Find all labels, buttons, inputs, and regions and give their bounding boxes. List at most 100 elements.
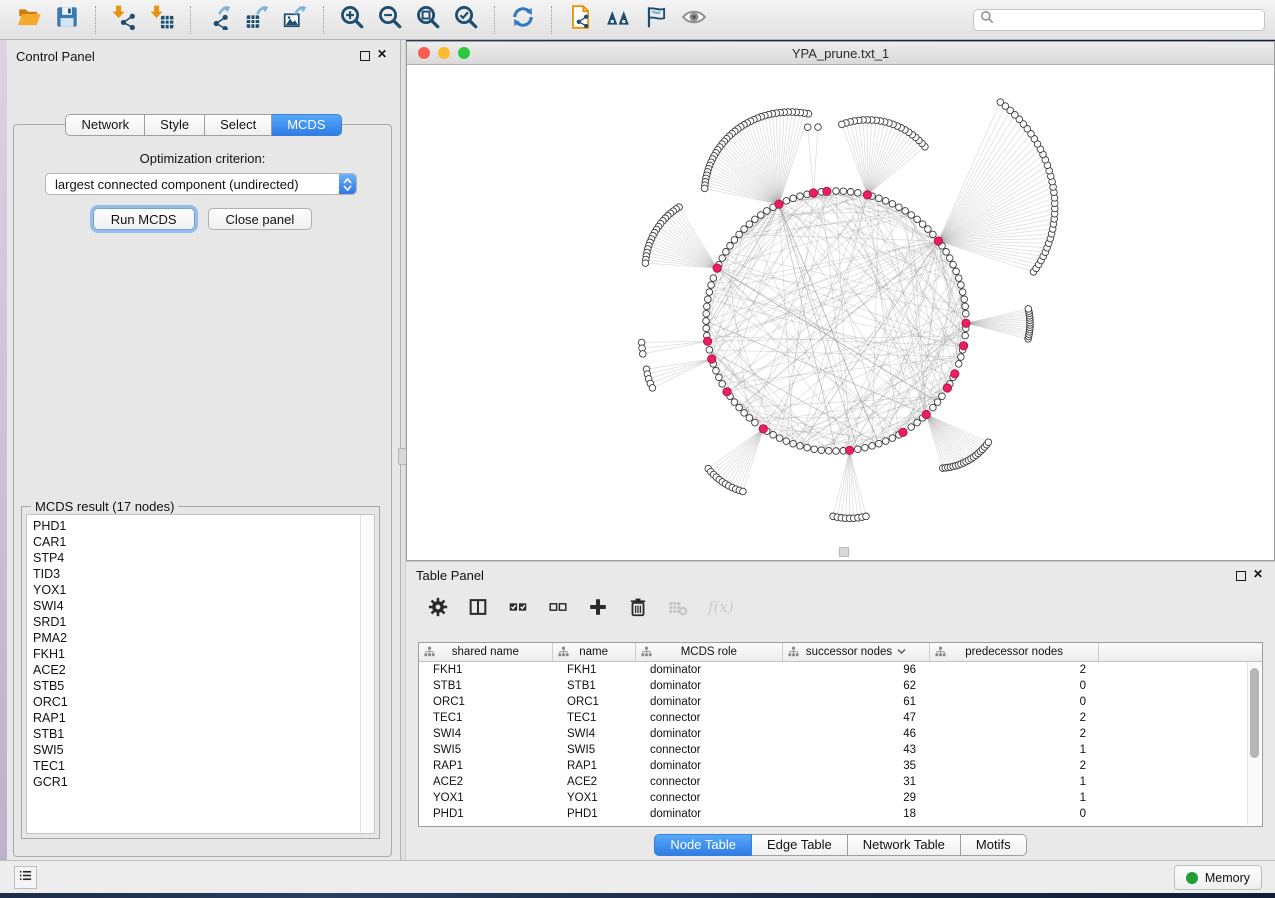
cell-MCDS-role: connector — [636, 776, 784, 788]
mcds-list-scrollbar[interactable] — [360, 515, 374, 833]
column-header-shared-name[interactable]: shared name — [419, 643, 553, 661]
show-columns-button[interactable] — [466, 597, 490, 621]
cell-successor-nodes: 96 — [784, 664, 931, 676]
flag-icon — [643, 4, 669, 35]
table-row[interactable]: ORC1ORC1dominator610 — [419, 694, 1262, 710]
memory-button[interactable]: Memory — [1174, 865, 1262, 890]
mcds-result-item[interactable]: SWI4 — [33, 598, 374, 614]
export-image-button[interactable] — [281, 6, 309, 34]
cell-successor-nodes: 61 — [784, 696, 931, 708]
cell-predecessor-nodes: 2 — [931, 664, 1101, 676]
close-panel-button[interactable]: Close panel — [208, 208, 313, 230]
table-row[interactable]: RAP1RAP1dominator352 — [419, 758, 1262, 774]
control-panel-title: Control Panel — [16, 49, 95, 64]
tab-mcds[interactable]: MCDS — [272, 114, 341, 136]
eye-icon — [681, 4, 707, 35]
table-scrollbar-thumb[interactable] — [1250, 668, 1259, 758]
mcds-result-item[interactable]: STB1 — [33, 726, 374, 742]
toggle-details-button[interactable] — [642, 6, 670, 34]
table-rows: FKH1FKH1dominator962STB1STB1dominator620… — [419, 662, 1262, 822]
network-window-titlebar[interactable]: YPA_prune.txt_1 — [407, 42, 1274, 65]
column-type-icon — [558, 646, 569, 660]
mcds-result-item[interactable]: TEC1 — [33, 758, 374, 774]
search-input[interactable] — [994, 12, 1258, 28]
network-canvas[interactable] — [407, 64, 1274, 560]
create-column-button[interactable] — [586, 597, 610, 621]
cell-name: PHD1 — [553, 808, 636, 820]
close-table-panel-icon[interactable]: ✕ — [1253, 567, 1263, 581]
mcds-result-item[interactable]: TID3 — [33, 566, 374, 582]
import-table-button[interactable] — [148, 6, 176, 34]
column-label: MCDS role — [681, 646, 737, 658]
mcds-result-item[interactable]: SRD1 — [33, 614, 374, 630]
search-network-button[interactable] — [604, 6, 632, 34]
column-header-MCDS-role[interactable]: MCDS role — [636, 643, 784, 661]
select-all-button[interactable] — [506, 597, 530, 621]
tab-network-table[interactable]: Network Table — [848, 834, 961, 856]
table-row[interactable]: PHD1PHD1dominator180 — [419, 806, 1262, 822]
mcds-result-item[interactable]: STB5 — [33, 678, 374, 694]
zoom-selected-button[interactable] — [452, 6, 480, 34]
export-table-button[interactable] — [243, 6, 271, 34]
mcds-result-item[interactable]: ORC1 — [33, 694, 374, 710]
table-scrollbar[interactable] — [1247, 662, 1261, 825]
mcds-result-item[interactable]: STP4 — [33, 550, 374, 566]
show-graphics-details-button[interactable] — [680, 6, 708, 34]
main-toolbar — [0, 0, 1275, 40]
float-window-icon[interactable] — [360, 51, 370, 61]
zoom-fit-button[interactable] — [414, 6, 442, 34]
task-history-button[interactable] — [14, 866, 37, 889]
zoom-in-button[interactable] — [338, 6, 366, 34]
mcds-result-item[interactable]: SWI5 — [33, 742, 374, 758]
tab-motifs[interactable]: Motifs — [961, 834, 1027, 856]
mcds-result-item[interactable]: PMA2 — [33, 630, 374, 646]
column-header-name[interactable]: name — [553, 643, 636, 661]
column-header-predecessor-nodes[interactable]: predecessor nodes — [930, 643, 1100, 661]
open-file-button[interactable] — [15, 6, 43, 34]
mcds-result-item[interactable]: PHD1 — [33, 518, 374, 534]
optimization-criterion-label: Optimization criterion: — [14, 151, 391, 166]
cell-successor-nodes: 35 — [784, 760, 931, 772]
mcds-buttons-row: Run MCDS Close panel — [14, 208, 391, 230]
criterion-select[interactable]: largest connected component (undirected) — [45, 173, 357, 195]
table-row[interactable]: SWI4SWI4dominator462 — [419, 726, 1262, 742]
table-row[interactable]: TEC1TEC1connector472 — [419, 710, 1262, 726]
mcds-result-item[interactable]: CAR1 — [33, 534, 374, 550]
close-window-icon[interactable] — [418, 47, 430, 59]
unselect-all-button[interactable] — [546, 597, 570, 621]
tab-style[interactable]: Style — [145, 114, 205, 136]
mcds-result-item[interactable]: GCR1 — [33, 774, 374, 790]
float-table-panel-icon[interactable] — [1236, 571, 1246, 581]
mcds-result-item[interactable]: FKH1 — [33, 646, 374, 662]
maximize-window-icon[interactable] — [458, 47, 470, 59]
share-document-button[interactable] — [566, 6, 594, 34]
table-settings-button[interactable] — [426, 597, 450, 621]
delete-columns-button[interactable] — [626, 597, 650, 621]
cell-shared-name: TEC1 — [419, 712, 553, 724]
table-row[interactable]: STB1STB1dominator620 — [419, 678, 1262, 694]
network-window-title: YPA_prune.txt_1 — [792, 46, 889, 61]
import-network-button[interactable] — [110, 6, 138, 34]
cell-shared-name: ACE2 — [419, 776, 553, 788]
tab-edge-table[interactable]: Edge Table — [752, 834, 848, 856]
tab-network[interactable]: Network — [65, 114, 145, 136]
mcds-result-list[interactable]: PHD1CAR1STP4TID3YOX1SWI4SRD1PMA2FKH1ACE2… — [26, 514, 375, 834]
zoom-out-button[interactable] — [376, 6, 404, 34]
save-session-button[interactable] — [53, 6, 81, 34]
tab-select[interactable]: Select — [205, 114, 272, 136]
minimize-window-icon[interactable] — [438, 47, 450, 59]
table-row[interactable]: SWI5SWI5connector431 — [419, 742, 1262, 758]
column-header-successor-nodes[interactable]: successor nodes — [783, 643, 930, 661]
mcds-result-item[interactable]: YOX1 — [33, 582, 374, 598]
mcds-result-item[interactable]: RAP1 — [33, 710, 374, 726]
run-mcds-button[interactable]: Run MCDS — [93, 208, 195, 230]
window-resize-grip[interactable] — [839, 547, 849, 557]
refresh-button[interactable] — [509, 6, 537, 34]
tab-node-table[interactable]: Node Table — [654, 834, 752, 856]
table-row[interactable]: ACE2ACE2connector311 — [419, 774, 1262, 790]
table-row[interactable]: FKH1FKH1dominator962 — [419, 662, 1262, 678]
close-panel-icon[interactable]: ✕ — [377, 47, 387, 61]
table-row[interactable]: YOX1YOX1connector291 — [419, 790, 1262, 806]
export-network-button[interactable] — [205, 6, 233, 34]
mcds-result-item[interactable]: ACE2 — [33, 662, 374, 678]
